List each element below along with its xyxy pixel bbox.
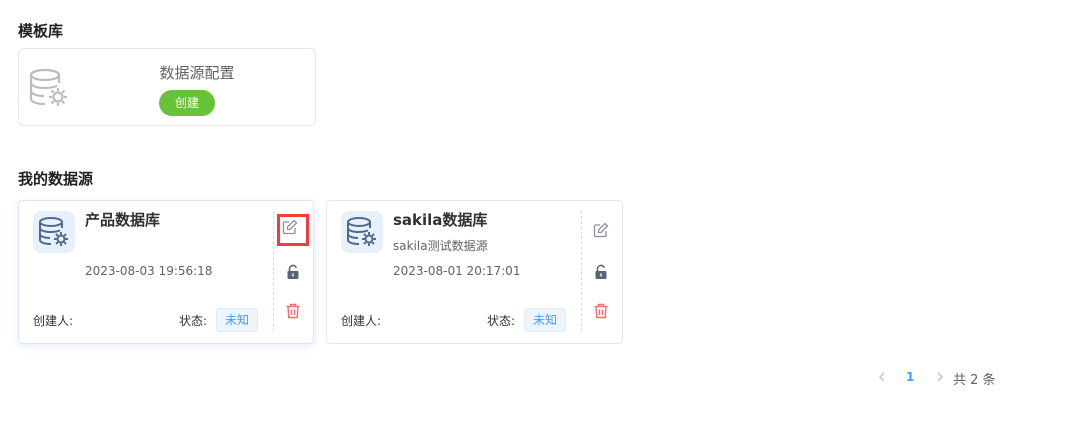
- trash-icon: [594, 303, 608, 319]
- datasource-avatar: [33, 211, 75, 253]
- action-divider: [273, 211, 274, 331]
- chevron-left-icon: [878, 372, 885, 382]
- template-card-datasource-config: 数据源配置 创建: [18, 48, 316, 126]
- edit-icon: [282, 219, 298, 235]
- action-divider: [581, 211, 582, 331]
- datasource-time: 2023-08-03 19:56:18: [85, 264, 213, 278]
- unlock-button[interactable]: [585, 256, 617, 288]
- datasource-card[interactable]: 产品数据库 2023-08-03 19:56:18 创建人: 状态: 未知: [18, 200, 314, 344]
- create-button[interactable]: 创建: [159, 90, 215, 116]
- database-gear-icon: [27, 67, 71, 115]
- template-section-title: 模板库: [18, 22, 64, 40]
- delete-button[interactable]: [277, 295, 309, 327]
- database-gear-icon: [39, 217, 68, 246]
- trash-icon: [286, 303, 300, 319]
- delete-button[interactable]: [585, 295, 617, 327]
- my-datasources-title: 我的数据源: [18, 170, 94, 188]
- database-gear-icon: [347, 217, 376, 246]
- status-badge: 未知: [524, 308, 566, 332]
- edit-button[interactable]: [277, 214, 309, 246]
- unlock-icon: [595, 264, 607, 279]
- datasource-name: sakila数据库: [393, 211, 488, 229]
- creator-label: 创建人:: [33, 314, 74, 328]
- template-name: 数据源配置: [159, 64, 235, 82]
- datasource-description: sakila测试数据源: [393, 239, 488, 253]
- status-label: 状态:: [179, 314, 208, 328]
- unlock-icon: [287, 264, 299, 279]
- prev-page-button[interactable]: [876, 371, 888, 387]
- creator-label: 创建人:: [341, 314, 382, 328]
- unlock-button[interactable]: [277, 256, 309, 288]
- edit-button[interactable]: [585, 214, 617, 246]
- chevron-right-icon: [937, 372, 944, 382]
- edit-icon: [593, 222, 609, 238]
- datasource-name: 产品数据库: [85, 211, 161, 229]
- status-badge: 未知: [216, 308, 258, 332]
- status-label: 状态:: [487, 314, 516, 328]
- total-count: 共 2 条: [953, 373, 996, 388]
- datasource-avatar: [341, 211, 383, 253]
- datasource-card[interactable]: sakila数据库 sakila测试数据源 2023-08-01 20:17:0…: [326, 200, 623, 344]
- datasource-time: 2023-08-01 20:17:01: [393, 264, 521, 278]
- next-page-button[interactable]: [934, 371, 946, 387]
- page-number[interactable]: 1: [906, 370, 914, 384]
